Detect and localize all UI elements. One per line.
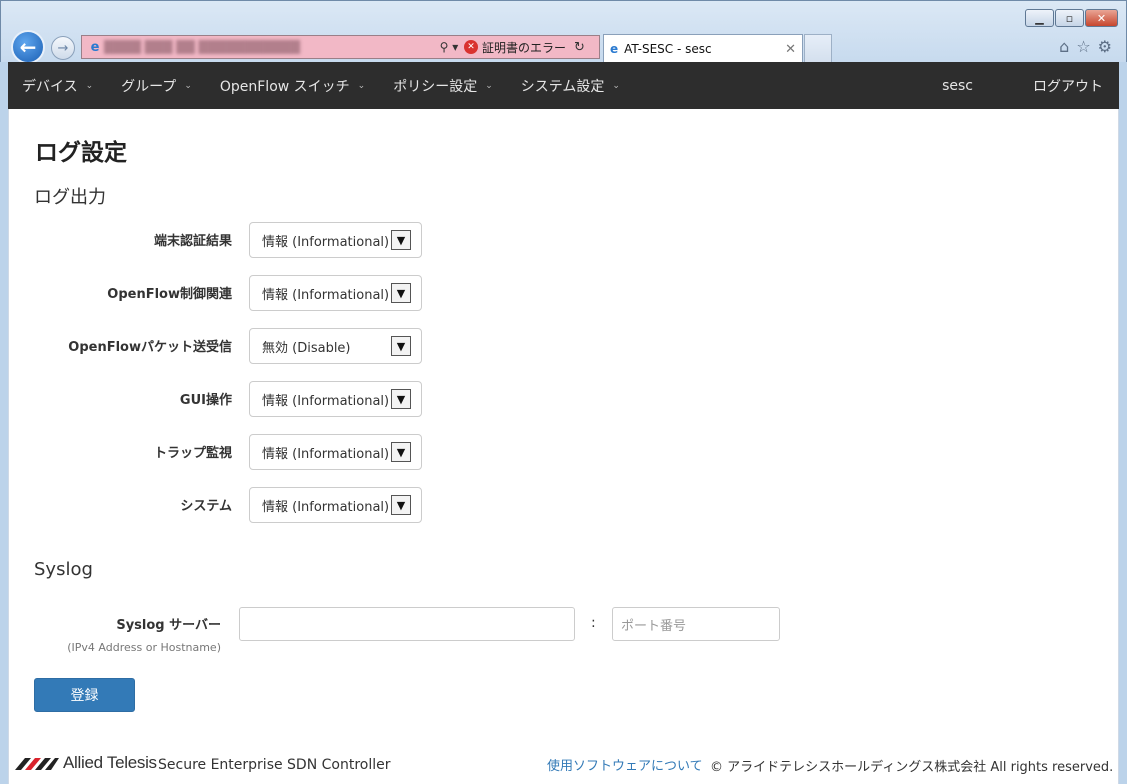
logout-link[interactable]: ログアウト [1017,62,1119,109]
nav-system-settings[interactable]: システム設定 ⌄ [507,62,634,109]
navbar-right: sesc ログアウト [926,62,1119,109]
nav-groups[interactable]: グループ ⌄ [107,62,206,109]
nav-devices[interactable]: デバイス ⌄ [8,62,107,109]
page-title: ログ設定 [35,140,127,166]
address-url-blurred: ████ ███ ██ ███████████ [104,40,301,54]
chevron-down-icon: ▼ [391,283,411,303]
allied-telesis-logo-icon [15,758,59,770]
chevron-down-icon: ▼ [391,495,411,515]
select-value: 情報 (Informational) [262,499,390,515]
browser-tab[interactable]: e AT-SESC - sesc ✕ [603,34,803,63]
select-value: 情報 (Informational) [262,234,390,250]
log-level-select[interactable]: 情報 (Informational) ▼ [249,381,422,417]
host-port-separator: : [591,615,596,631]
log-level-select[interactable]: 無効 (Disable) ▼ [249,328,422,364]
nav-system-settings-label: システム設定 [520,78,605,95]
tab-title: AT-SESC - sesc [624,42,712,56]
syslog-server-sublabel: (IPv4 Address or Hostname) [67,641,221,654]
syslog-server-label: Syslog サーバー [116,618,221,633]
chevron-down-icon: ⌄ [485,80,493,91]
log-row-system: システム 情報 (Informational) ▼ [9,487,449,523]
nav-openflow-switch-label: OpenFlow スイッチ [219,78,350,95]
chevron-down-icon: ⌄ [184,80,192,91]
minimize-icon[interactable]: ▁ [1025,9,1054,27]
nav-user[interactable]: sesc [926,62,989,109]
new-tab-button[interactable] [804,34,832,62]
log-level-select[interactable]: 情報 (Informational) ▼ [249,222,422,258]
log-row-label: OpenFlowパケット送受信 [68,340,232,355]
footer: Allied Telesis Secure Enterprise SDN Con… [9,749,1120,779]
address-bar[interactable]: e ████ ███ ██ ███████████ ⚲ ▾ ✕ 証明書のエラー … [81,35,600,59]
home-icon[interactable]: ⌂ [1059,37,1069,56]
nav-groups-label: グループ [121,78,177,95]
log-row-openflow-packet: OpenFlowパケット送受信 無効 (Disable) ▼ [9,328,449,364]
forward-arrow-icon[interactable]: → [51,36,75,60]
syslog-section-title: Syslog [34,559,93,580]
allied-telesis-logo: Allied Telesis [15,753,157,773]
ie-logo-icon: e [610,42,619,56]
syslog-server-label-group: Syslog サーバー (IPv4 Address or Hostname) [67,614,221,654]
select-value: 情報 (Informational) [262,393,390,409]
ie-logo-icon: e [90,39,100,55]
window-buttons: ▁ ▫ ✕ [1025,9,1118,27]
chevron-down-icon: ▼ [391,336,411,356]
search-icon[interactable]: ⚲ ▾ [434,40,464,54]
log-output-section-title: ログ出力 [34,187,106,208]
main-menu: デバイス ⌄ グループ ⌄ OpenFlow スイッチ ⌄ ポリシー設定 ⌄ シ… [8,62,634,109]
select-value: 無効 (Disable) [262,340,351,356]
page-content: ログ設定 ログ出力 端末認証結果 情報 (Informational) ▼ Op… [8,109,1119,784]
close-tab-icon[interactable]: ✕ [785,42,796,57]
log-row-label: OpenFlow制御関連 [107,287,232,302]
log-row-label: トラップ監視 [153,446,232,461]
refresh-icon[interactable]: ↻ [574,40,585,55]
nav-openflow-switch[interactable]: OpenFlow スイッチ ⌄ [206,62,379,109]
brand-name: Allied Telesis [63,753,157,772]
log-row-label: GUI操作 [179,393,232,408]
error-icon: ✕ [464,40,478,54]
log-level-select[interactable]: 情報 (Informational) ▼ [249,275,422,311]
chevron-down-icon: ⌄ [612,80,620,91]
chevron-down-icon: ⌄ [85,80,94,91]
log-row-terminal-auth: 端末認証結果 情報 (Informational) ▼ [9,222,449,258]
browser-toolbar-icons: ⌂ ☆ ⚙ [1059,37,1112,56]
log-row-label: 端末認証結果 [153,234,232,249]
chevron-down-icon: ▼ [391,230,411,250]
syslog-host-input[interactable] [239,607,575,641]
chevron-down-icon: ▼ [391,389,411,409]
nav-policy-settings-label: ポリシー設定 [393,78,478,95]
nav-policy-settings[interactable]: ポリシー設定 ⌄ [379,62,507,109]
select-value: 情報 (Informational) [262,287,390,303]
syslog-port-input[interactable]: ポート番号 [612,607,780,641]
app-navbar: デバイス ⌄ グループ ⌄ OpenFlow スイッチ ⌄ ポリシー設定 ⌄ シ… [8,62,1119,109]
close-icon[interactable]: ✕ [1085,9,1118,27]
browser-chrome: ▁ ▫ ✕ ← → e ████ ███ ██ ███████████ ⚲ ▾ … [0,0,1127,64]
copyright-text: © アライドテレシスホールディングス株式会社 All rights reserv… [710,760,1114,775]
cert-error-label[interactable]: 証明書のエラー [482,39,566,56]
nav-devices-label: デバイス [22,78,78,95]
register-button[interactable]: 登録 [34,678,135,712]
log-row-openflow-control: OpenFlow制御関連 情報 (Informational) ▼ [9,275,449,311]
log-level-select[interactable]: 情報 (Informational) ▼ [249,434,422,470]
log-row-gui-operation: GUI操作 情報 (Informational) ▼ [9,381,449,417]
gear-icon[interactable]: ⚙ [1098,37,1112,56]
select-value: 情報 (Informational) [262,446,390,462]
star-icon[interactable]: ☆ [1076,37,1090,56]
log-level-select[interactable]: 情報 (Informational) ▼ [249,487,422,523]
back-arrow-icon[interactable]: ← [11,30,45,64]
log-row-trap-monitor: トラップ監視 情報 (Informational) ▼ [9,434,449,470]
chevron-down-icon: ▼ [391,442,411,462]
chevron-down-icon: ⌄ [357,80,366,91]
maximize-icon[interactable]: ▫ [1055,9,1084,27]
software-license-link[interactable]: 使用ソフトウェアについて [547,755,703,774]
product-name: Secure Enterprise SDN Controller [158,757,391,773]
log-row-label: システム [180,499,232,514]
